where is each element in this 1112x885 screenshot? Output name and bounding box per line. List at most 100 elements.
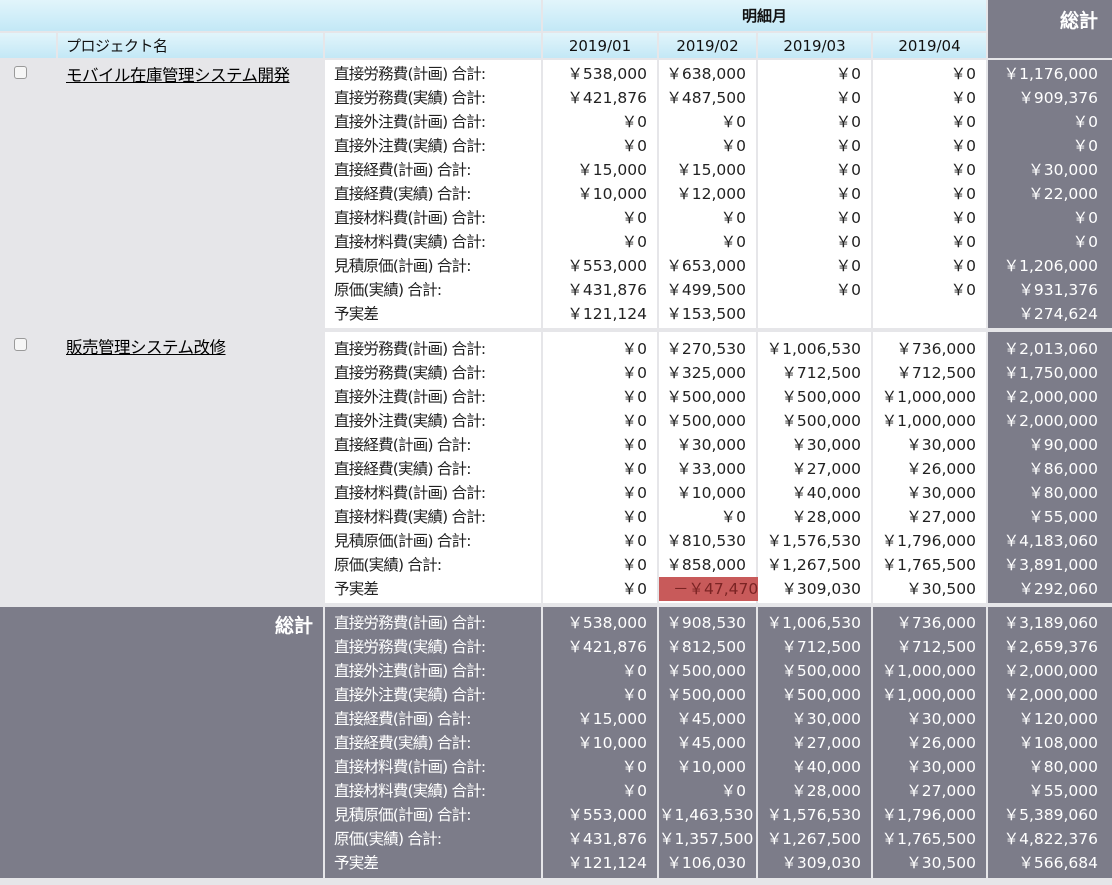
project-1-name-link[interactable]: モバイル在庫管理システム開発 (66, 62, 290, 86)
value-cell: ￥1,000,000 (881, 388, 976, 406)
value-cell: ￥431,876 (567, 830, 647, 848)
measure-label: 直接労務費(実績) 合計: (334, 89, 486, 107)
value-cell: ￥0 (720, 508, 746, 526)
value-cell: ￥0 (950, 137, 976, 155)
value-cell: ￥10,000 (676, 484, 746, 502)
project-1-values-2019-03: ￥0 ￥0 ￥0 ￥0 ￥0 ￥0 ￥0 ￥0 ￥0 ￥0 (758, 60, 871, 328)
measure-label: 直接経費(計画) 合計: (334, 161, 471, 179)
header-select-column (0, 33, 56, 58)
value-cell: ￥736,000 (896, 614, 976, 632)
project-1-checkbox[interactable] (14, 66, 27, 79)
value-cell: ￥736,000 (896, 340, 976, 358)
measure-label: 直接経費(実績) 合計: (334, 734, 471, 752)
value-cell: ￥1,765,500 (881, 556, 976, 574)
value-cell: ￥538,000 (567, 614, 647, 632)
value-cell: ￥0 (720, 782, 746, 800)
project-2-values-2019-02: ￥270,530 ￥325,000 ￥500,000 ￥500,000 ￥30,… (659, 332, 767, 603)
value-cell: ￥10,000 (577, 734, 647, 752)
measure-header (325, 33, 541, 58)
value-cell: ￥538,000 (567, 65, 647, 83)
value-cell (758, 302, 871, 326)
measure-label: 直接外注費(実績) 合計: (334, 137, 486, 155)
value-cell: ￥0 (950, 65, 976, 83)
value-cell: ￥712,500 (781, 364, 861, 382)
value-cell: ￥27,000 (791, 460, 861, 478)
value-cell: ￥1,796,000 (881, 806, 976, 824)
value-cell: ￥0 (621, 484, 647, 502)
total-cell: ￥292,060 (1018, 580, 1098, 598)
value-cell: ￥121,124 (567, 854, 647, 872)
measure-label: 直接外注費(計画) 合計: (334, 388, 486, 406)
value-cell: ￥908,530 (666, 614, 746, 632)
value-cell: ￥121,124 (567, 305, 647, 323)
value-cell: ￥27,000 (906, 782, 976, 800)
total-cell: ￥86,000 (1028, 460, 1098, 478)
month-header-2019-03[interactable]: 2019/03 (758, 33, 871, 58)
value-cell: ￥487,500 (666, 89, 746, 107)
measure-label: 直接外注費(実績) 合計: (334, 686, 486, 704)
value-cell: ￥10,000 (577, 185, 647, 203)
value-cell: ￥0 (621, 233, 647, 251)
grand-total-values-2019-03: ￥1,006,530 ￥712,500 ￥500,000 ￥500,000 ￥3… (758, 607, 871, 878)
total-cell: ￥931,376 (1018, 281, 1098, 299)
value-cell (873, 302, 986, 326)
value-cell: ￥28,000 (791, 508, 861, 526)
month-header-2019-01[interactable]: 2019/01 (543, 33, 657, 58)
value-cell: ￥0 (950, 209, 976, 227)
value-cell: ￥309,030 (781, 580, 861, 598)
project-2-values-2019-01: ￥0 ￥0 ￥0 ￥0 ￥0 ￥0 ￥0 ￥0 ￥0 ￥0 ￥0 (543, 332, 657, 603)
value-cell: ￥1,576,530 (766, 532, 861, 550)
project-2-name-link[interactable]: 販売管理システム改修 (66, 334, 226, 358)
measure-label: 原価(実績) 合計: (334, 281, 442, 299)
measure-label: 原価(実績) 合計: (334, 556, 442, 574)
project-name-header[interactable]: プロジェクト名 (58, 33, 323, 58)
total-cell: ￥80,000 (1028, 484, 1098, 502)
header-blank (0, 0, 541, 31)
total-cell: ￥120,000 (1018, 710, 1098, 728)
value-cell: ￥0 (621, 364, 647, 382)
value-cell: ￥1,267,500 (766, 556, 861, 574)
project-1-values-2019-01: ￥538,000 ￥421,876 ￥0 ￥0 ￥15,000 ￥10,000 … (543, 60, 657, 328)
grand-total-measure-labels: 直接労務費(計画) 合計: 直接労務費(実績) 合計: 直接外注費(計画) 合計… (325, 607, 541, 878)
total-cell: ￥3,189,060 (1003, 614, 1098, 632)
negative-variance-highlight: －￥47,470 (659, 577, 767, 601)
value-cell: ￥33,000 (676, 460, 746, 478)
value-cell: ￥1,576,530 (766, 806, 861, 824)
measure-label: 見積原価(計画) 合計: (334, 532, 471, 550)
value-cell: ￥40,000 (791, 484, 861, 502)
measure-label: 直接労務費(計画) 合計: (334, 65, 486, 83)
total-cell: ￥2,000,000 (1003, 412, 1098, 430)
value-cell: ￥0 (835, 161, 861, 179)
value-cell: ￥0 (835, 89, 861, 107)
value-cell: ￥0 (621, 532, 647, 550)
value-cell: ￥0 (835, 233, 861, 251)
measure-label: 見積原価(計画) 合計: (334, 257, 471, 275)
value-cell: ￥309,030 (781, 854, 861, 872)
value-cell: ￥325,000 (666, 364, 746, 382)
total-cell: ￥1,176,000 (1003, 65, 1098, 83)
grand-total-values-2019-02: ￥908,530 ￥812,500 ￥500,000 ￥500,000 ￥45,… (659, 607, 756, 878)
value-cell: ￥500,000 (666, 412, 746, 430)
value-cell: ￥30,000 (906, 436, 976, 454)
value-cell: ￥653,000 (666, 257, 746, 275)
total-cell: ￥90,000 (1028, 436, 1098, 454)
value-cell: ￥0 (621, 137, 647, 155)
month-header-2019-02[interactable]: 2019/02 (659, 33, 756, 58)
value-cell: ￥500,000 (666, 662, 746, 680)
value-cell: ￥153,500 (666, 305, 746, 323)
total-cell: ￥2,659,376 (1003, 638, 1098, 656)
value-cell: ￥499,500 (666, 281, 746, 299)
measure-label: 直接外注費(計画) 合計: (334, 113, 486, 131)
total-cell: ￥108,000 (1018, 734, 1098, 752)
value-cell: ￥26,000 (906, 460, 976, 478)
project-name-header-label: プロジェクト名 (66, 37, 168, 55)
value-cell: ￥0 (835, 113, 861, 131)
total-cell: ￥3,891,000 (1003, 556, 1098, 574)
month-header-2019-04[interactable]: 2019/04 (873, 33, 986, 58)
measure-label: 予実差 (334, 580, 379, 598)
value-cell: ￥0 (621, 209, 647, 227)
value-cell: ￥431,876 (567, 281, 647, 299)
value-cell: ￥0 (720, 113, 746, 131)
measure-label: 直接経費(実績) 合計: (334, 460, 471, 478)
project-2-checkbox[interactable] (14, 338, 27, 351)
